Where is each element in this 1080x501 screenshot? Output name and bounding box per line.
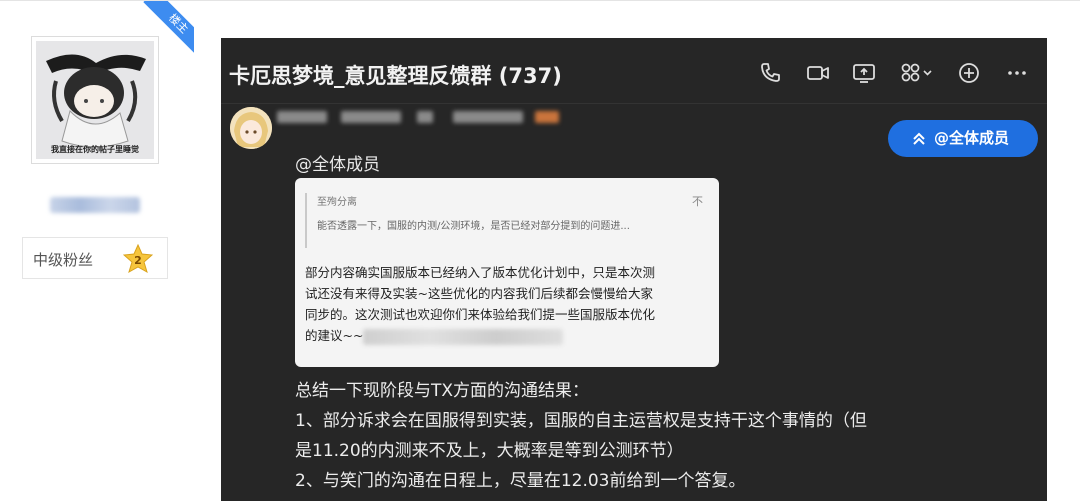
quoted-message: 至殉分离 不 能否透露一下，国服的内测/公测环境，是否已经对部分提到的问题进..… [305, 193, 703, 248]
avatar-caption: 我直接在你的帖子里睡觉 [51, 145, 139, 154]
reply-blurred-text [363, 328, 564, 345]
poster-name-blurred[interactable] [50, 197, 140, 213]
message-line: 1、部分诉求会在国服得到实装，国服的自主运营权是支持干这个事情的（但 [295, 411, 867, 431]
fan-level-number: 2 [134, 254, 142, 267]
message-line: 总结一下现阶段与TX方面的沟通结果： [295, 381, 590, 401]
reply-line: 同步的。这次测试也欢迎你们来体验给我们提一些国服版本优化 [305, 307, 656, 322]
quoted-snippet: 能否透露一下，国服的内测/公测环境，是否已经对部分提到的问题进... [317, 221, 630, 232]
reply-text: 部分内容确实国服版本已经纳入了版本优化计划中，只是本次测 试还没有来得及实装~这… [305, 262, 703, 346]
fan-level-label: 中级粉丝 [33, 251, 94, 269]
star-level-icon: 2 [123, 244, 153, 274]
screen-share-icon[interactable] [851, 60, 877, 86]
avatar-image: 我直接在你的帖子里睡觉 [36, 41, 154, 159]
mention-all-button-label: @全体成员 [934, 129, 1010, 147]
reply-line-last: 的建议~~ [305, 325, 703, 346]
more-icon[interactable] [1004, 60, 1030, 86]
quoted-close-mark: 不 [692, 195, 703, 208]
video-icon[interactable] [805, 60, 831, 86]
page: 楼主 我直接在你的帖子里睡觉 中级粉丝 2 卡厄思梦境_意见整理反馈群 (737… [0, 0, 1080, 501]
phone-icon[interactable] [757, 60, 783, 86]
chat-window: 卡厄思梦境_意见整理反馈群 (737) @全体成员 @全体成员 至殉分离 不 能… [221, 38, 1047, 501]
quoted-reply-card: 至殉分离 不 能否透露一下，国服的内测/公测环境，是否已经对部分提到的问题进..… [295, 178, 719, 367]
chat-header: 卡厄思梦境_意见整理反馈群 (737) [221, 38, 1047, 104]
poster-avatar[interactable]: 我直接在你的帖子里睡觉 [31, 36, 159, 164]
quoted-author: 至殉分离 [317, 197, 357, 208]
sender-avatar-illustration [230, 107, 272, 149]
add-circle-icon[interactable] [956, 60, 982, 86]
message-line: 是11.20的内测来不及上，大概率是等到公测环节） [295, 441, 684, 461]
reply-line: 试还没有来得及实装~这些优化的内容我们后续都会慢慢给大家 [305, 286, 653, 301]
fan-level-badge[interactable]: 中级粉丝 2 [22, 237, 168, 279]
avatar-illustration [36, 41, 154, 159]
message-body: 总结一下现阶段与TX方面的沟通结果： 1、部分诉求会在国服得到实装，国服的自主运… [295, 376, 1035, 496]
reply-line: 部分内容确实国服版本已经纳入了版本优化计划中，只是本次测 [305, 265, 656, 280]
message-line: 2、与笑门的沟通在日程上，尽量在12.03前给到一个答复。 [295, 471, 746, 491]
mention-all-button[interactable]: @全体成员 [888, 120, 1038, 157]
poster-info: 楼主 我直接在你的帖子里睡觉 中级粉丝 2 [0, 1, 194, 501]
double-chevron-up-icon [913, 132, 925, 145]
sender-name-blurred [277, 111, 567, 125]
apps-icon[interactable] [899, 60, 937, 86]
message-mention: @全体成员 [295, 155, 380, 175]
chat-title: 卡厄思梦境_意见整理反馈群 (737) [229, 64, 562, 88]
sender-avatar[interactable] [230, 107, 272, 149]
